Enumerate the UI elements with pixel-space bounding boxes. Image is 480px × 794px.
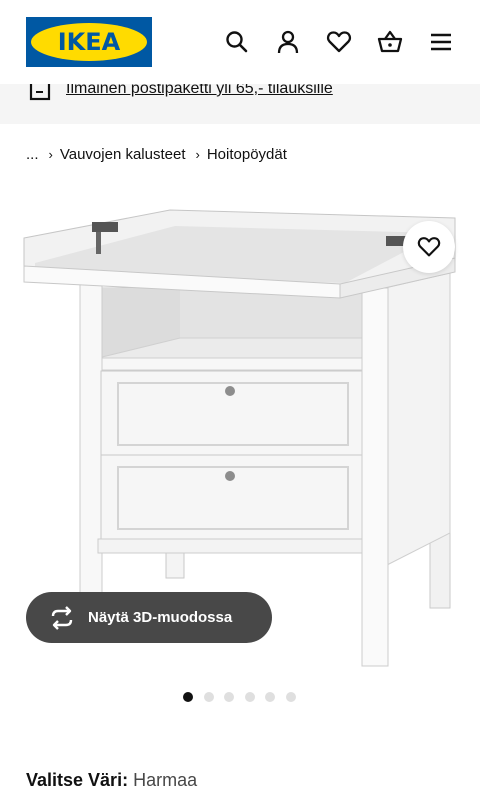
- top-header: IKEA: [0, 0, 480, 84]
- package-icon: [28, 84, 52, 102]
- gallery-dot[interactable]: [285, 692, 296, 702]
- ikea-logo[interactable]: IKEA: [26, 17, 152, 67]
- view-in-3d-label: Näytä 3D-muodossa: [88, 609, 233, 626]
- breadcrumb: ... › Vauvojen kalusteet › Hoitopöydät: [26, 143, 287, 165]
- heart-icon: [417, 237, 441, 257]
- gallery-dot[interactable]: [244, 692, 255, 702]
- cart-icon[interactable]: [376, 28, 404, 56]
- breadcrumb-baby-furniture[interactable]: Vauvojen kalusteet: [60, 146, 186, 163]
- chevron-right-icon: ›: [195, 146, 200, 162]
- gallery-dot[interactable]: [224, 692, 234, 702]
- color-selector[interactable]: Valitse Väri: Harmaa: [26, 770, 197, 791]
- breadcrumb-ellipsis[interactable]: ...: [26, 146, 39, 163]
- search-icon[interactable]: [223, 28, 251, 56]
- rotate-3d-icon: [51, 605, 73, 630]
- heart-icon[interactable]: [325, 28, 353, 56]
- gallery-pagination: [183, 692, 306, 702]
- chevron-right-icon: ›: [48, 146, 53, 162]
- menu-icon[interactable]: [427, 28, 455, 56]
- gallery-dot[interactable]: [183, 692, 193, 702]
- breadcrumb-changing-tables[interactable]: Hoitopöydät: [207, 146, 287, 163]
- promo-banner[interactable]: Ilmainen postipaketti yli 65,- tilauksil…: [0, 84, 480, 124]
- save-favourite-button[interactable]: [403, 221, 455, 273]
- color-label: Valitse Väri:: [26, 770, 129, 790]
- account-icon[interactable]: [274, 28, 302, 56]
- promo-banner-text[interactable]: Ilmainen postipaketti yli 65,- tilauksil…: [66, 84, 333, 98]
- gallery-dot[interactable]: [203, 692, 214, 702]
- logo-text: IKEA: [57, 28, 121, 56]
- gallery-dot[interactable]: [265, 692, 275, 702]
- view-in-3d-button[interactable]: Näytä 3D-muodossa: [26, 592, 272, 643]
- color-value: Harmaa: [133, 770, 198, 790]
